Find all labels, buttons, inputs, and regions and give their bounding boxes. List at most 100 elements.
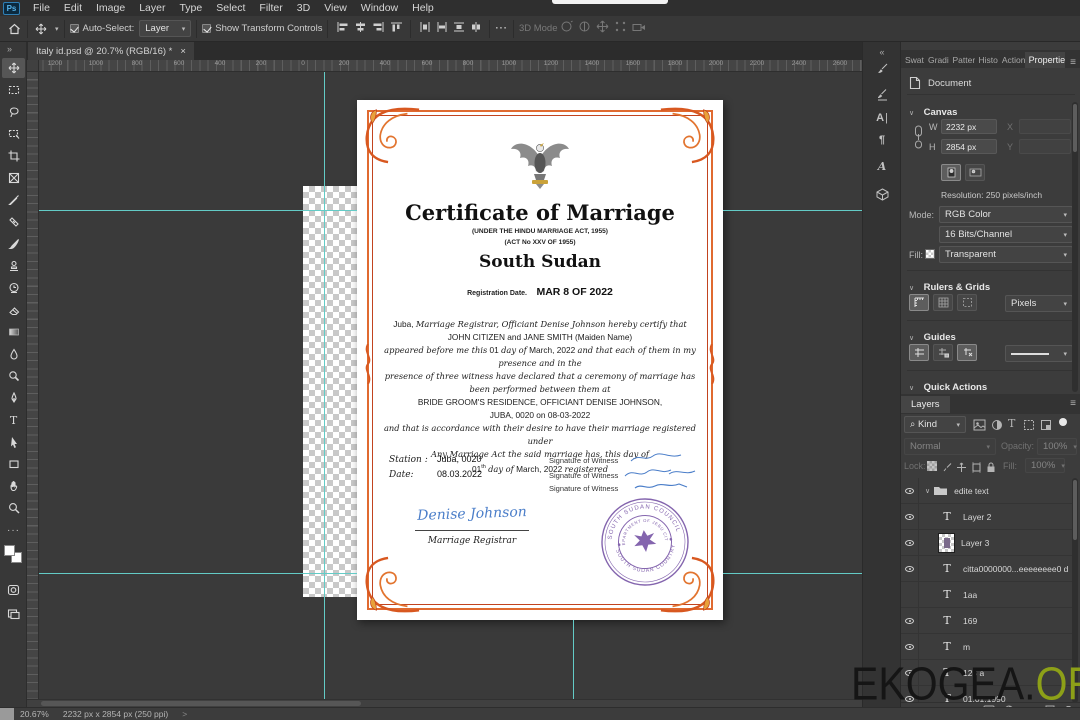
tool-gradient[interactable] — [2, 322, 25, 342]
tool-crop[interactable] — [2, 146, 25, 166]
tool-path-selection[interactable] — [2, 432, 25, 452]
menu-filter[interactable]: Filter — [252, 0, 289, 16]
visibility-toggle[interactable] — [901, 503, 919, 530]
tool-eraser[interactable] — [2, 300, 25, 320]
document-tab[interactable]: Italy id.psd @ 20.7% (RGB/16) * × — [28, 42, 194, 60]
align-right-icon[interactable] — [372, 20, 385, 38]
tool-clone-stamp[interactable] — [2, 256, 25, 276]
tool-rectangle[interactable] — [2, 454, 25, 474]
screen-mode-icon[interactable] — [2, 604, 25, 624]
filter-toggle-icon[interactable] — [1059, 418, 1067, 426]
tool-pen[interactable] — [2, 388, 25, 408]
tab-layers[interactable]: Layers — [901, 396, 950, 413]
visibility-toggle[interactable] — [901, 529, 919, 556]
width-field[interactable]: 2232 px — [941, 119, 997, 134]
toggle-guides-button[interactable] — [909, 344, 929, 361]
auto-select-checkbox[interactable] — [69, 24, 79, 33]
glyphs-panel-icon[interactable]: A — [874, 158, 890, 174]
filter-shape-layers-icon[interactable] — [1023, 418, 1035, 436]
menu-help[interactable]: Help — [405, 0, 441, 16]
lock-position-icon[interactable] — [956, 460, 967, 478]
layer-row[interactable]: Layer 3 — [901, 529, 1075, 556]
lock-pixels-icon[interactable] — [942, 460, 953, 478]
ruler-units-dropdown[interactable]: Pixels ▾ — [1005, 295, 1073, 312]
menu-file[interactable]: File — [26, 0, 57, 16]
brush-settings-icon[interactable] — [874, 60, 890, 76]
vertical-guide-left[interactable] — [324, 72, 325, 707]
tab-gradients[interactable]: Gradi — [924, 52, 949, 68]
visibility-toggle[interactable] — [901, 581, 919, 608]
status-chevron-icon[interactable]: > — [182, 709, 187, 719]
layer-row[interactable]: T 1aa — [901, 581, 1075, 608]
distribute-vertical-icon[interactable] — [453, 20, 465, 38]
layer-row[interactable]: T m — [901, 633, 1075, 660]
tool-lasso[interactable] — [2, 102, 25, 122]
guides-section-header[interactable]: ∨ Guides — [909, 327, 956, 345]
tab-properties[interactable]: Properties — [1024, 52, 1066, 68]
horizontal-guide-bottom-right[interactable] — [723, 573, 862, 574]
tool-zoom[interactable] — [2, 498, 25, 518]
tool-rectangular-marquee[interactable] — [2, 80, 25, 100]
menu-type[interactable]: Type — [172, 0, 209, 16]
align-left-icon[interactable] — [336, 20, 349, 38]
horizontal-ruler[interactable]: 1200 1000 800 600 400 200 0 200 400 600 … — [27, 60, 862, 72]
tool-hand[interactable] — [2, 476, 25, 496]
lock-transparency-icon[interactable] — [927, 461, 937, 471]
home-icon[interactable] — [6, 21, 22, 37]
tab-actions[interactable]: Action — [998, 52, 1025, 68]
distribute-left-icon[interactable] — [419, 20, 431, 38]
lock-artboard-icon[interactable] — [971, 460, 982, 478]
auto-select-dropdown[interactable]: Layer ▾ — [139, 20, 192, 37]
dock-expand-icon[interactable]: « — [874, 44, 890, 60]
tool-frame[interactable] — [2, 168, 25, 188]
horizontal-guide-top-left[interactable] — [39, 210, 357, 211]
tool-blur[interactable] — [2, 344, 25, 364]
orientation-landscape-button[interactable] — [965, 164, 985, 181]
status-corner-widget[interactable] — [0, 708, 14, 720]
layer-row[interactable]: T 169 — [901, 607, 1075, 634]
tab-history[interactable]: Histo — [975, 52, 998, 68]
horizontal-guide-top-right[interactable] — [723, 210, 862, 211]
tool-eyedropper[interactable] — [2, 190, 25, 210]
layer-row-group[interactable]: ∨ edite text — [901, 478, 1075, 504]
menu-view[interactable]: View — [317, 0, 354, 16]
tab-swatches[interactable]: Swat — [901, 52, 924, 68]
mixer-brush-icon[interactable] — [874, 86, 890, 102]
ruler-origin-corner[interactable] — [27, 60, 39, 72]
tool-history-brush[interactable] — [2, 278, 25, 298]
visibility-toggle[interactable] — [901, 478, 919, 504]
layer-row[interactable]: T citta0000000...eeeeeeee0 d — [901, 555, 1075, 582]
tool-spot-healing[interactable] — [2, 212, 25, 232]
visibility-toggle[interactable] — [901, 633, 919, 660]
move-tool-icon[interactable] — [33, 21, 49, 37]
orientation-portrait-button[interactable] — [941, 164, 961, 181]
character-panel-icon[interactable]: A | — [874, 110, 890, 126]
distribute-horizontal-icon[interactable] — [470, 20, 482, 38]
tool-dodge[interactable] — [2, 366, 25, 386]
tool-brush[interactable] — [2, 234, 25, 254]
tool-object-selection[interactable] — [2, 124, 25, 144]
layers-menu-icon[interactable]: ≡ — [1070, 398, 1076, 409]
visibility-toggle[interactable] — [901, 555, 919, 582]
toggle-snap-button[interactable] — [957, 294, 977, 311]
link-dimensions-icon[interactable] — [914, 124, 923, 150]
fill-dropdown[interactable]: Transparent ▾ — [939, 246, 1073, 263]
horizontal-guide-bottom-left[interactable] — [39, 573, 357, 574]
menu-layer[interactable]: Layer — [132, 0, 172, 16]
visibility-toggle[interactable] — [901, 607, 919, 634]
lock-all-icon[interactable] — [986, 460, 996, 478]
3d-panel-icon[interactable] — [874, 186, 890, 202]
vertical-guide-center[interactable] — [573, 620, 574, 707]
menu-image[interactable]: Image — [89, 0, 132, 16]
color-mode-dropdown[interactable]: RGB Color ▾ — [939, 206, 1073, 223]
tool-type[interactable]: T — [2, 410, 25, 430]
certificate-canvas[interactable]: Certificate of Marriage (UNDER THE HINDU… — [357, 100, 723, 620]
clear-guides-button[interactable] — [957, 344, 977, 361]
photoshop-logo[interactable]: Ps — [3, 1, 20, 15]
paragraph-panel-icon[interactable]: ¶ — [874, 132, 890, 148]
tool-move[interactable] — [2, 58, 25, 78]
menu-window[interactable]: Window — [354, 0, 405, 16]
show-transform-checkbox[interactable] — [202, 24, 212, 33]
more-options-icon[interactable]: ··· — [495, 23, 508, 34]
height-field[interactable]: 2854 px — [941, 139, 997, 154]
